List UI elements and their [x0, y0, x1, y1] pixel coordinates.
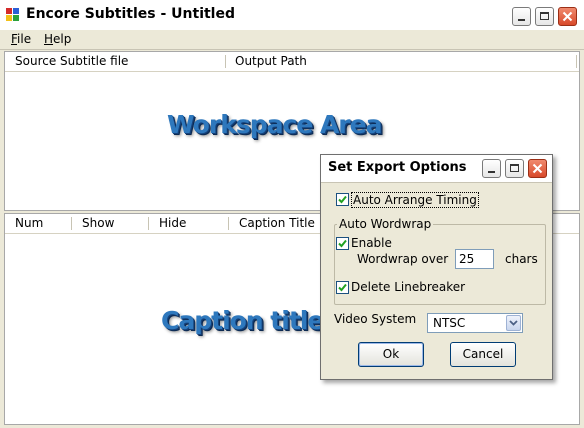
dialog-title: Set Export Options — [328, 160, 467, 175]
minimize-button[interactable] — [512, 7, 531, 26]
video-system-select[interactable]: NTSC — [427, 313, 523, 333]
auto-arrange-checkbox[interactable] — [336, 193, 349, 206]
maximize-button[interactable] — [535, 7, 554, 26]
auto-arrange-label[interactable]: Auto Arrange Timing — [351, 192, 479, 208]
chars-label: chars — [505, 252, 538, 266]
caption-watermark: Caption title — [161, 306, 324, 335]
main-window: Encore Subtitles - Untitled File Help So… — [0, 0, 584, 428]
workspace-watermark: Workspace Area — [167, 110, 382, 139]
menu-help-label: elp — [53, 32, 72, 46]
column-show[interactable]: Show — [74, 214, 148, 233]
menu-help-mnemonic: H — [44, 32, 54, 46]
column-hide[interactable]: Hide — [151, 214, 225, 233]
column-output-path[interactable]: Output Path — [227, 52, 577, 71]
export-options-dialog: Set Export Options Auto Arrange Timing A… — [320, 154, 553, 380]
auto-wordwrap-legend: Auto Wordwrap — [337, 217, 434, 231]
column-num[interactable]: Num — [7, 214, 71, 233]
column-source-subtitle-file[interactable]: Source Subtitle file — [7, 52, 225, 71]
chevron-down-icon — [509, 320, 518, 326]
dropdown-button[interactable] — [506, 315, 521, 331]
column-divider[interactable] — [71, 217, 72, 230]
column-divider[interactable] — [576, 55, 577, 68]
maximize-icon — [510, 164, 519, 172]
enable-wordwrap-checkbox[interactable] — [336, 237, 349, 250]
wordwrap-over-label: Wordwrap over — [357, 252, 449, 266]
wordwrap-chars-input[interactable]: 25 — [455, 249, 494, 269]
close-icon — [532, 163, 543, 174]
dialog-minimize-button[interactable] — [482, 159, 501, 178]
checkmark-icon — [338, 195, 347, 204]
dialog-maximize-button[interactable] — [505, 159, 524, 178]
column-caption-title[interactable]: Caption Title — [231, 214, 327, 233]
checkmark-icon — [338, 239, 347, 248]
menu-bar: File Help — [0, 30, 584, 50]
minimize-icon — [518, 19, 525, 21]
ok-button[interactable]: Ok — [358, 342, 424, 367]
menu-help[interactable]: Help — [44, 32, 71, 46]
video-system-label: Video System — [334, 312, 417, 326]
column-divider[interactable] — [148, 217, 149, 230]
app-icon[interactable] — [6, 8, 20, 22]
title-bar[interactable]: Encore Subtitles - Untitled — [0, 0, 584, 30]
maximize-icon — [540, 12, 549, 20]
dialog-title-bar[interactable]: Set Export Options — [321, 155, 552, 183]
checkmark-icon — [338, 283, 347, 292]
column-divider[interactable] — [228, 217, 229, 230]
menu-file[interactable]: File — [11, 32, 31, 46]
video-system-value: NTSC — [433, 316, 466, 330]
delete-linebreaker-checkbox[interactable] — [336, 281, 349, 294]
cancel-button[interactable]: Cancel — [450, 342, 516, 367]
workspace-header: Source Subtitle file Output Path — [5, 52, 579, 72]
window-title: Encore Subtitles - Untitled — [26, 6, 235, 22]
close-button[interactable] — [558, 7, 577, 26]
delete-linebreaker-label[interactable]: Delete Linebreaker — [351, 280, 465, 294]
close-icon — [562, 11, 573, 22]
minimize-icon — [488, 171, 495, 173]
enable-wordwrap-label[interactable]: Enable — [351, 236, 392, 250]
dialog-close-button[interactable] — [528, 159, 547, 178]
column-divider[interactable] — [225, 55, 226, 68]
menu-file-label: ile — [17, 32, 32, 46]
